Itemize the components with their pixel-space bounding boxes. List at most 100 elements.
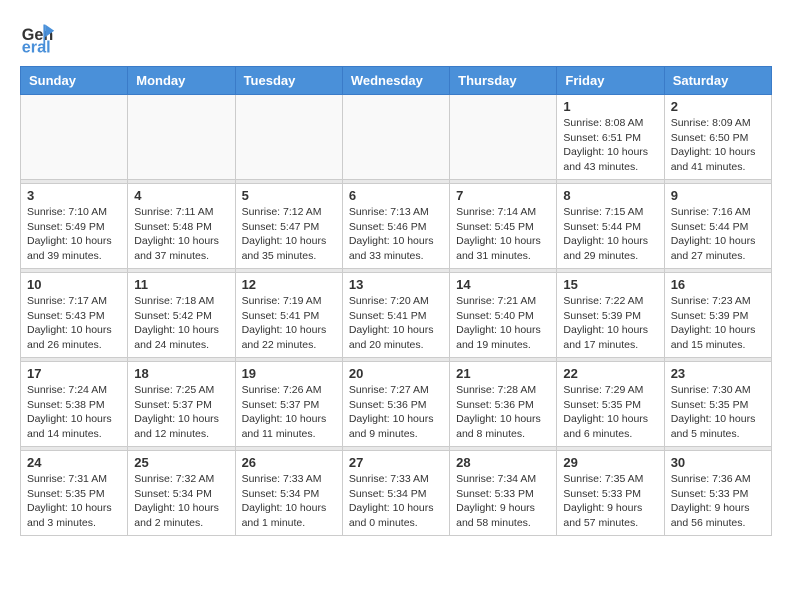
calendar-cell: 10 Sunrise: 7:17 AMSunset: 5:43 PMDayligh… xyxy=(21,273,128,358)
calendar-week-row: 1 Sunrise: 8:08 AMSunset: 6:51 PMDaylight… xyxy=(21,95,772,180)
day-info: Sunrise: 7:16 AMSunset: 5:44 PMDaylight:… xyxy=(671,205,765,264)
day-number: 8 xyxy=(563,188,657,203)
day-info: Sunrise: 7:14 AMSunset: 5:45 PMDaylight:… xyxy=(456,205,550,264)
calendar-cell: 4Sunrise: 7:11 AMSunset: 5:48 PMDaylight… xyxy=(128,184,235,269)
calendar-table: SundayMondayTuesdayWednesdayThursdayFrid… xyxy=(20,66,772,536)
day-header-friday: Friday xyxy=(557,67,664,95)
svg-text:eral: eral xyxy=(22,38,51,56)
calendar-cell: 18Sunrise: 7:25 AMSunset: 5:37 PMDayligh… xyxy=(128,362,235,447)
day-number: 28 xyxy=(456,455,550,470)
day-number: 14 xyxy=(456,277,550,292)
calendar-cell xyxy=(21,95,128,180)
day-number: 17 xyxy=(27,366,121,381)
day-header-sunday: Sunday xyxy=(21,67,128,95)
day-info: Sunrise: 7:33 AMSunset: 5:34 PMDaylight:… xyxy=(242,472,336,531)
day-number: 16 xyxy=(671,277,765,292)
day-number: 7 xyxy=(456,188,550,203)
calendar-cell: 11 Sunrise: 7:18 AMSunset: 5:42 PMDayligh… xyxy=(128,273,235,358)
day-number: 12 xyxy=(242,277,336,292)
calendar-cell: 7 Sunrise: 7:14 AMSunset: 5:45 PMDaylight… xyxy=(450,184,557,269)
day-info: Sunrise: 7:33 AMSunset: 5:34 PMDaylight:… xyxy=(349,472,443,531)
day-number: 3 xyxy=(27,188,121,203)
day-info: Sunrise: 7:27 AMSunset: 5:36 PMDaylight:… xyxy=(349,383,443,442)
calendar-cell xyxy=(235,95,342,180)
day-header-thursday: Thursday xyxy=(450,67,557,95)
calendar-cell: 2 Sunrise: 8:09 AMSunset: 6:50 PMDaylight… xyxy=(664,95,771,180)
day-number: 2 xyxy=(671,99,765,114)
calendar-cell: 16 Sunrise: 7:23 AMSunset: 5:39 PMDayligh… xyxy=(664,273,771,358)
day-number: 19 xyxy=(242,366,336,381)
calendar-week-row: 10 Sunrise: 7:17 AMSunset: 5:43 PMDayligh… xyxy=(21,273,772,358)
calendar-cell: 25 Sunrise: 7:32 AMSunset: 5:34 PMDayligh… xyxy=(128,451,235,536)
calendar-cell: 22 Sunrise: 7:29 AMSunset: 5:35 PMDayligh… xyxy=(557,362,664,447)
day-info: Sunrise: 7:21 AMSunset: 5:40 PMDaylight:… xyxy=(456,294,550,353)
calendar-header-row: SundayMondayTuesdayWednesdayThursdayFrid… xyxy=(21,67,772,95)
calendar-cell: 26 Sunrise: 7:33 AMSunset: 5:34 PMDayligh… xyxy=(235,451,342,536)
day-info: Sunrise: 7:13 AMSunset: 5:46 PMDaylight:… xyxy=(349,205,443,264)
calendar-cell xyxy=(342,95,449,180)
calendar-cell: 19 Sunrise: 7:26 AMSunset: 5:37 PMDayligh… xyxy=(235,362,342,447)
calendar-cell: 24 Sunrise: 7:31 AMSunset: 5:35 PMDayligh… xyxy=(21,451,128,536)
calendar-cell xyxy=(128,95,235,180)
day-number: 23 xyxy=(671,366,765,381)
calendar-cell: 9 Sunrise: 7:16 AMSunset: 5:44 PMDaylight… xyxy=(664,184,771,269)
day-number: 30 xyxy=(671,455,765,470)
day-info: Sunrise: 7:35 AMSunset: 5:33 PMDaylight:… xyxy=(563,472,657,531)
calendar-cell: 14 Sunrise: 7:21 AMSunset: 5:40 PMDayligh… xyxy=(450,273,557,358)
day-info: Sunrise: 7:10 AMSunset: 5:49 PMDaylight:… xyxy=(27,205,121,264)
day-info: Sunrise: 7:36 AMSunset: 5:33 PMDaylight:… xyxy=(671,472,765,531)
day-number: 15 xyxy=(563,277,657,292)
day-number: 6 xyxy=(349,188,443,203)
day-info: Sunrise: 7:15 AMSunset: 5:44 PMDaylight:… xyxy=(563,205,657,264)
calendar-cell: 17Sunrise: 7:24 AMSunset: 5:38 PMDayligh… xyxy=(21,362,128,447)
calendar-cell: 3 Sunrise: 7:10 AMSunset: 5:49 PMDaylight… xyxy=(21,184,128,269)
day-info: Sunrise: 7:11 AMSunset: 5:48 PMDaylight:… xyxy=(134,205,228,264)
day-number: 20 xyxy=(349,366,443,381)
day-info: Sunrise: 7:32 AMSunset: 5:34 PMDaylight:… xyxy=(134,472,228,531)
day-info: Sunrise: 8:09 AMSunset: 6:50 PMDaylight:… xyxy=(671,116,765,175)
logo-icon: Gen eral xyxy=(20,20,56,56)
day-info: Sunrise: 7:30 AMSunset: 5:35 PMDaylight:… xyxy=(671,383,765,442)
day-info: Sunrise: 7:17 AMSunset: 5:43 PMDaylight:… xyxy=(27,294,121,353)
calendar-cell: 15 Sunrise: 7:22 AMSunset: 5:39 PMDayligh… xyxy=(557,273,664,358)
calendar-cell: 27Sunrise: 7:33 AMSunset: 5:34 PMDayligh… xyxy=(342,451,449,536)
calendar-cell: 23 Sunrise: 7:30 AMSunset: 5:35 PMDayligh… xyxy=(664,362,771,447)
calendar-week-row: 17Sunrise: 7:24 AMSunset: 5:38 PMDayligh… xyxy=(21,362,772,447)
day-number: 9 xyxy=(671,188,765,203)
calendar-cell: 21 Sunrise: 7:28 AMSunset: 5:36 PMDayligh… xyxy=(450,362,557,447)
day-header-tuesday: Tuesday xyxy=(235,67,342,95)
day-header-wednesday: Wednesday xyxy=(342,67,449,95)
day-number: 25 xyxy=(134,455,228,470)
calendar-cell: 30 Sunrise: 7:36 AMSunset: 5:33 PMDayligh… xyxy=(664,451,771,536)
day-number: 22 xyxy=(563,366,657,381)
day-info: Sunrise: 7:25 AMSunset: 5:37 PMDaylight:… xyxy=(134,383,228,442)
calendar-cell: 12Sunrise: 7:19 AMSunset: 5:41 PMDayligh… xyxy=(235,273,342,358)
day-info: Sunrise: 7:18 AMSunset: 5:42 PMDaylight:… xyxy=(134,294,228,353)
day-number: 1 xyxy=(563,99,657,114)
day-info: Sunrise: 7:23 AMSunset: 5:39 PMDaylight:… xyxy=(671,294,765,353)
day-info: Sunrise: 7:28 AMSunset: 5:36 PMDaylight:… xyxy=(456,383,550,442)
page-header: Gen eral xyxy=(20,20,772,56)
calendar-cell xyxy=(450,95,557,180)
day-header-monday: Monday xyxy=(128,67,235,95)
day-header-saturday: Saturday xyxy=(664,67,771,95)
calendar-cell: 8 Sunrise: 7:15 AMSunset: 5:44 PMDaylight… xyxy=(557,184,664,269)
day-info: Sunrise: 7:26 AMSunset: 5:37 PMDaylight:… xyxy=(242,383,336,442)
day-number: 13 xyxy=(349,277,443,292)
day-info: Sunrise: 7:31 AMSunset: 5:35 PMDaylight:… xyxy=(27,472,121,531)
day-number: 26 xyxy=(242,455,336,470)
calendar-cell: 28Sunrise: 7:34 AMSunset: 5:33 PMDayligh… xyxy=(450,451,557,536)
day-number: 10 xyxy=(27,277,121,292)
day-info: Sunrise: 8:08 AMSunset: 6:51 PMDaylight:… xyxy=(563,116,657,175)
day-number: 24 xyxy=(27,455,121,470)
calendar-cell: 20 Sunrise: 7:27 AMSunset: 5:36 PMDayligh… xyxy=(342,362,449,447)
day-info: Sunrise: 7:12 AMSunset: 5:47 PMDaylight:… xyxy=(242,205,336,264)
day-info: Sunrise: 7:22 AMSunset: 5:39 PMDaylight:… xyxy=(563,294,657,353)
day-number: 21 xyxy=(456,366,550,381)
day-number: 11 xyxy=(134,277,228,292)
calendar-week-row: 24 Sunrise: 7:31 AMSunset: 5:35 PMDayligh… xyxy=(21,451,772,536)
day-number: 5 xyxy=(242,188,336,203)
day-info: Sunrise: 7:20 AMSunset: 5:41 PMDaylight:… xyxy=(349,294,443,353)
logo: Gen eral xyxy=(20,20,60,56)
day-info: Sunrise: 7:29 AMSunset: 5:35 PMDaylight:… xyxy=(563,383,657,442)
